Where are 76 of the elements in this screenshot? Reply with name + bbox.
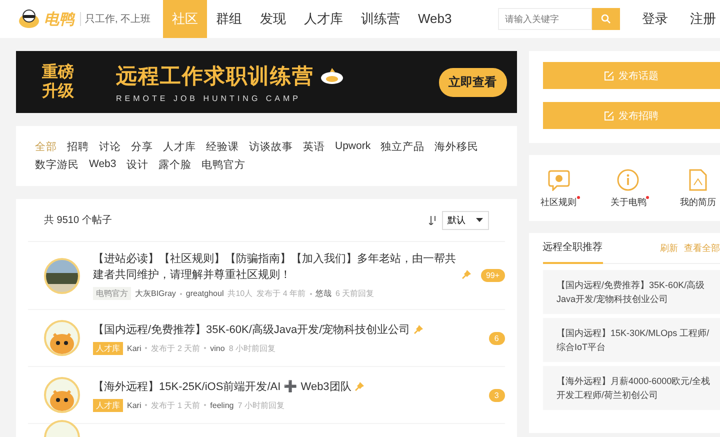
post-meta: 发布于 1 天前 — [151, 400, 200, 410]
category-tab[interactable]: 人才库 — [163, 140, 196, 154]
category-tab[interactable]: 招聘 — [67, 140, 89, 154]
sort-dropdown[interactable]: 默认 — [442, 210, 489, 230]
reply-count: 99+ — [480, 269, 505, 282]
duck-logo-icon — [18, 9, 40, 29]
edit-icon — [604, 110, 614, 120]
post-title[interactable]: 【国内远程/免费推荐】35K-60K/高级Java开发/宠物科技创业公司 — [93, 322, 410, 338]
post-meta: 7 小时前回复 — [238, 400, 284, 410]
post-meta: 发布于 4 年前 — [256, 288, 306, 299]
job-item[interactable]: 【国内远程/免费推荐】35K-60K/高级Java开发/宠物科技创业公司 — [542, 270, 720, 314]
post-title[interactable]: 【海外远程】15K-25K/iOS前端开发/AI ➕ Web3团队 — [93, 378, 352, 394]
author-name[interactable]: feeling — [210, 400, 234, 410]
author-name[interactable]: 悠哉 — [316, 288, 332, 299]
category-tab[interactable]: 独立产品 — [380, 140, 425, 154]
search-icon — [601, 14, 611, 24]
nav-tab[interactable]: Web3 — [409, 0, 461, 38]
separator-dot — [145, 404, 148, 406]
category-tab[interactable]: 设计 — [126, 158, 148, 172]
nav-tab[interactable]: 训练营 — [352, 0, 409, 38]
sort-icon — [428, 216, 437, 224]
job-item[interactable]: 【海外远程】月薪4000-6000欧元/全栈开发工程师/荷兰初创公司 — [542, 366, 720, 410]
author-name[interactable]: Kari — [127, 344, 142, 352]
post-meta: 8 小时前回复 — [228, 342, 276, 354]
author-name[interactable]: 大灰BIGray — [135, 288, 176, 299]
auth-link[interactable]: 登录 — [642, 10, 668, 28]
info-icon — [617, 169, 640, 191]
user-avatar[interactable] — [44, 377, 80, 413]
shortcut-link[interactable]: 社区规则 — [540, 169, 577, 209]
post-count: 共 9510 个帖子 — [44, 214, 112, 227]
author-name[interactable]: vino — [210, 344, 225, 352]
category-tab[interactable]: 露个脸 — [158, 158, 192, 172]
author-name[interactable]: greatghoul — [186, 289, 224, 298]
category-tab[interactable]: 讨论 — [99, 140, 121, 154]
view-now-button[interactable]: 立即查看 — [438, 68, 507, 96]
site-slogan: 只工作, 不上班 — [80, 12, 151, 26]
category-tab[interactable]: 海外移民 — [434, 140, 479, 154]
banner-headline: 重磅 升级 — [42, 63, 74, 101]
category-tab[interactable]: 访谈故事 — [249, 140, 293, 154]
banner-subtitle: REMOTE JOB HUNTING CAMP — [116, 94, 302, 102]
category-tab[interactable]: Upwork — [335, 140, 371, 154]
nav-tab[interactable]: 发现 — [251, 0, 295, 38]
banner-title: 远程工作求职训练营 — [116, 64, 314, 90]
job-item[interactable]: 【国内远程】15K-30K/MLOps 工程师/综合IoT平台 — [542, 318, 720, 362]
document-icon — [688, 169, 707, 191]
user-avatar[interactable] — [44, 320, 80, 356]
separator-dot — [204, 347, 206, 349]
shortcut-link[interactable]: 我的简历 — [680, 169, 716, 209]
author-name[interactable]: Kari — [127, 400, 142, 410]
post-title[interactable]: 【进站必读】【社区规则】【防骗指南】【加入我们】多年老站，由一帮共建者共同维护，请理解并尊重社区规则！ — [93, 251, 458, 283]
auth-link[interactable]: 注册 — [690, 10, 716, 28]
post-meta: 共10人 — [228, 288, 253, 299]
category-tab[interactable]: Web3 — [89, 158, 116, 172]
category-tab[interactable]: 分享 — [131, 140, 153, 154]
separator-dot — [180, 292, 182, 294]
separator-dot — [204, 404, 206, 406]
promo-banner[interactable]: 重磅 升级 远程工作求职训练营 REMOTE JOB HUNTING CAMP 立即查看 — [16, 51, 517, 113]
nav-tab[interactable]: 人才库 — [295, 0, 352, 38]
reply-count: 3 — [488, 388, 505, 402]
separator-dot — [145, 347, 148, 349]
post-meta: 发布于 2 天前 — [151, 342, 200, 354]
nav-tab[interactable]: 群组 — [207, 0, 251, 38]
category-tab[interactable]: 数字游民 — [35, 158, 79, 172]
search-field[interactable]: 请输入关键字 — [498, 8, 592, 30]
category-tab[interactable]: 英语 — [303, 140, 325, 154]
category-tab[interactable]: 经验课 — [206, 140, 239, 154]
separator-dot — [310, 292, 312, 294]
shortcut-link[interactable]: 关于电鸭 — [610, 169, 646, 209]
section-title: 远程全职推荐 — [542, 232, 603, 264]
user-avatar[interactable] — [44, 258, 80, 294]
post-meta: 6 天前回复 — [336, 288, 374, 299]
duck-mascot-icon — [320, 66, 344, 84]
category-tab[interactable]: 电鸭官方 — [201, 158, 246, 172]
caret-icon — [476, 218, 483, 222]
edit-icon — [604, 70, 614, 80]
reply-count: 6 — [488, 332, 505, 344]
